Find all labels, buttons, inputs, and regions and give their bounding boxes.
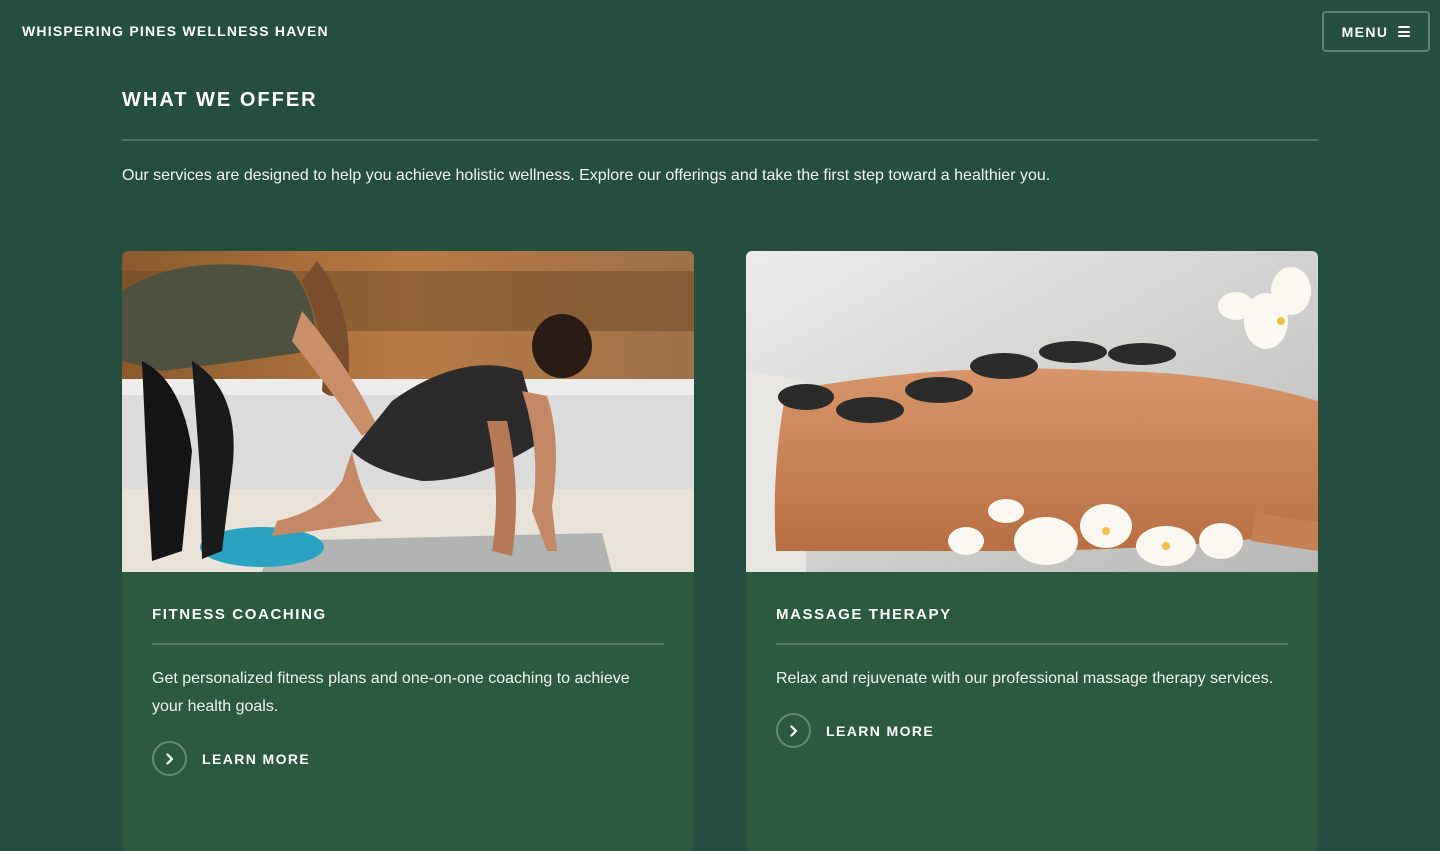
learn-more-label: LEARN MORE [826,722,935,739]
section-title: WHAT WE OFFER [122,89,318,111]
hamburger-icon [1398,26,1411,37]
section-divider [122,139,1318,141]
learn-more-label: LEARN MORE [202,750,311,767]
menu-label: MENU [1341,23,1389,40]
fitness-coaching-image [122,251,694,572]
learn-more-link[interactable]: LEARN MORE [776,713,1288,748]
massage-therapy-image [746,251,1318,572]
card-title: FITNESS COACHING [152,606,327,623]
site-brand[interactable]: WHISPERING PINES WELLNESS HAVEN [22,23,329,39]
section-intro: Our services are designed to help you ac… [122,167,1051,184]
chevron-right-icon[interactable] [776,713,811,748]
card-divider [152,643,664,645]
service-card-massage: MASSAGE THERAPY Relax and rejuvenate wit… [746,251,1318,851]
menu-button[interactable]: MENU [1322,11,1430,52]
learn-more-link[interactable]: LEARN MORE [152,741,664,776]
chevron-right-icon[interactable] [152,741,187,776]
top-bar: WHISPERING PINES WELLNESS HAVEN MENU [0,0,1440,62]
card-description: Get personalized fitness plans and one-o… [152,670,630,715]
card-description: Relax and rejuvenate with our profession… [776,670,1274,687]
card-title: MASSAGE THERAPY [776,606,952,623]
service-card-fitness: FITNESS COACHING Get personalized fitnes… [122,251,694,851]
card-divider [776,643,1288,645]
